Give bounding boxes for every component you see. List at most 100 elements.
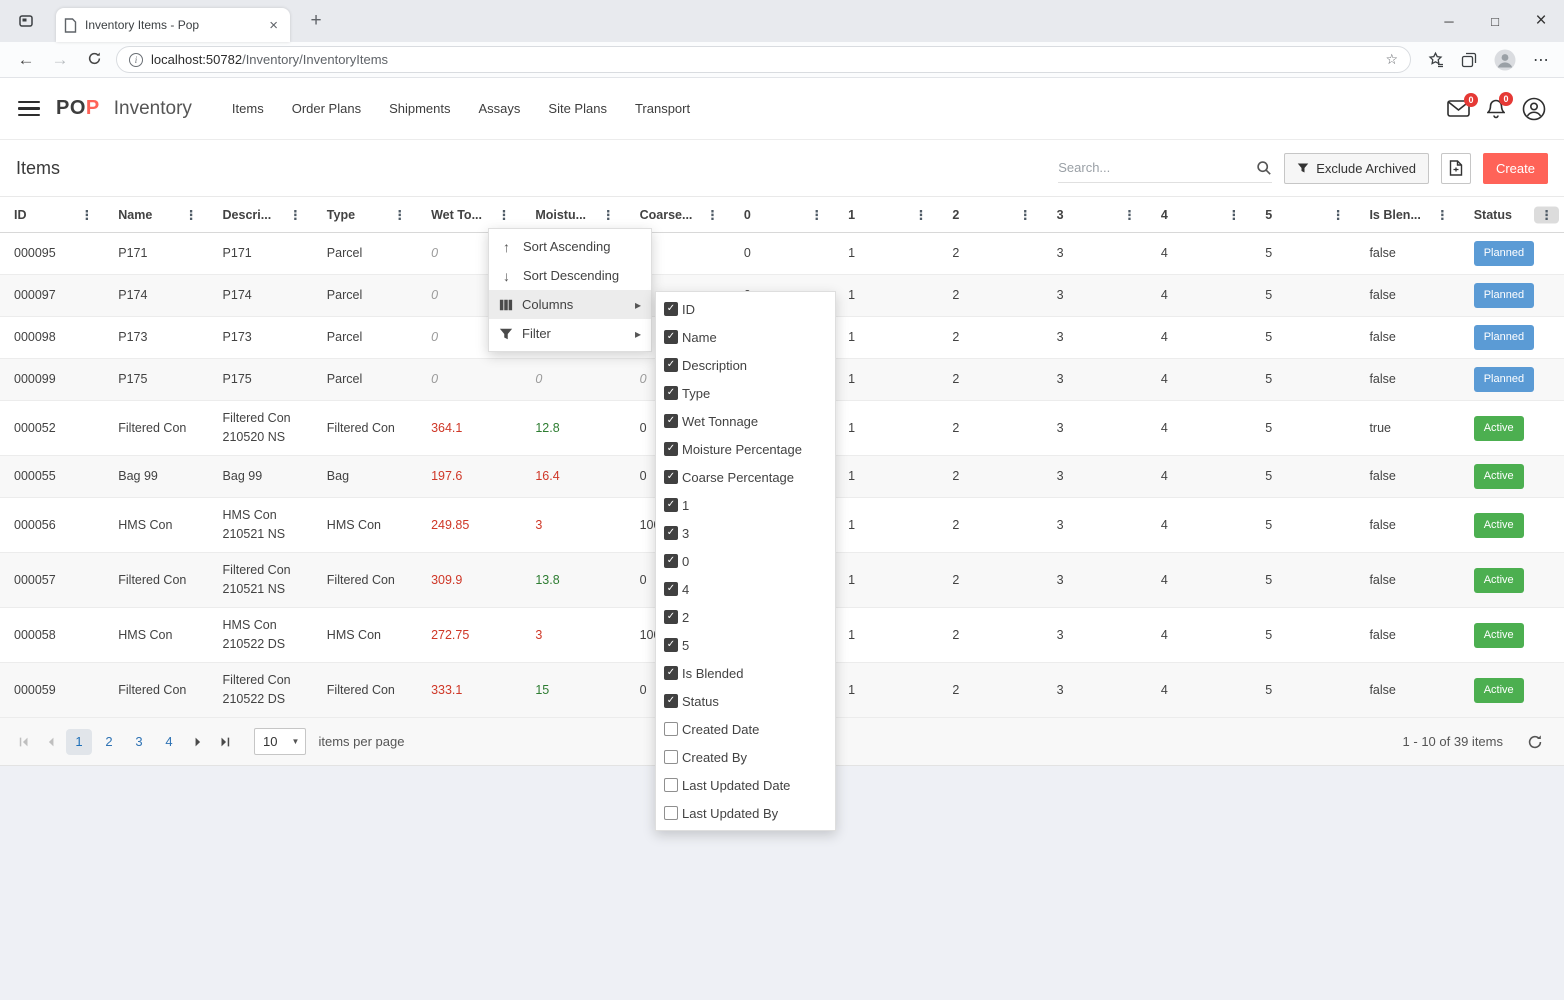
favorites-icon[interactable] [1427,51,1444,68]
tracking-prevention-shield-icon[interactable]: ☆ [1385,51,1398,68]
page-button-3[interactable]: 3 [126,729,152,755]
column-menu-icon[interactable]: ⋮ [1117,206,1142,223]
columns-menu-item-wet-tonnage[interactable]: ✓Wet Tonnage [656,407,835,435]
search-input[interactable] [1058,160,1250,175]
column-menu-icon[interactable]: ⋮ [1534,206,1559,223]
columns-menu-item-is-blended[interactable]: ✓Is Blended [656,659,835,687]
column-menu-icon[interactable]: ⋮ [1430,206,1455,223]
checkbox-checked-icon[interactable]: ✓ [664,638,678,652]
window-close-button[interactable]: × [1518,0,1564,42]
columns-menu-item-3[interactable]: ✓3 [656,519,835,547]
export-button[interactable] [1441,153,1471,184]
browser-menu-icon[interactable]: ⋯ [1533,50,1550,70]
columns-menu-item-4[interactable]: ✓4 [656,575,835,603]
columns-menu-item-status[interactable]: ✓Status [656,687,835,715]
reload-button[interactable] [82,51,106,69]
columns-menu-item-0[interactable]: ✓0 [656,547,835,575]
checkbox-checked-icon[interactable]: ✓ [664,470,678,484]
forward-button[interactable]: → [48,51,72,68]
browser-tab[interactable]: Inventory Items - Pop × [56,8,290,42]
menu-item-columns[interactable]: Columns▸ [489,290,651,319]
checkbox-checked-icon[interactable]: ✓ [664,442,678,456]
checkbox-checked-icon[interactable]: ✓ [664,302,678,316]
menu-item-sort-descending[interactable]: ↓Sort Descending [489,261,651,290]
checkbox-checked-icon[interactable]: ✓ [664,694,678,708]
columns-menu-item-type[interactable]: ✓Type [656,379,835,407]
columns-menu-item-created-by[interactable]: Created By [656,743,835,771]
columns-menu-item-name[interactable]: ✓Name [656,323,835,351]
column-menu-icon[interactable]: ⋮ [1325,206,1350,223]
columns-menu-item-2[interactable]: ✓2 [656,603,835,631]
page-button-1[interactable]: 1 [66,729,92,755]
column-menu-icon[interactable]: ⋮ [283,206,308,223]
hamburger-menu-icon[interactable] [18,97,40,121]
checkbox-checked-icon[interactable]: ✓ [664,414,678,428]
checkbox-checked-icon[interactable]: ✓ [664,582,678,596]
last-page-button[interactable] [211,728,238,755]
nav-item-order-plans[interactable]: Order Plans [292,101,361,116]
next-page-button[interactable] [184,728,211,755]
column-menu-icon[interactable]: ⋮ [700,206,725,223]
column-menu-icon[interactable]: ⋮ [491,206,516,223]
columns-menu-item-description[interactable]: ✓Description [656,351,835,379]
collections-icon[interactable] [1461,52,1477,68]
checkbox-checked-icon[interactable]: ✓ [664,526,678,540]
checkbox-unchecked-icon[interactable] [664,806,678,820]
column-menu-icon[interactable]: ⋮ [596,206,621,223]
page-button-2[interactable]: 2 [96,729,122,755]
exclude-archived-button[interactable]: Exclude Archived [1284,153,1429,184]
checkbox-unchecked-icon[interactable] [664,750,678,764]
minimize-button[interactable]: ─ [1426,0,1472,42]
column-menu-icon[interactable]: ⋮ [74,206,99,223]
search-icon[interactable] [1256,160,1272,176]
column-menu-icon[interactable]: ⋮ [804,206,829,223]
previous-page-button[interactable] [37,728,64,755]
column-menu-icon[interactable]: ⋮ [1221,206,1246,223]
columns-menu-item-created-date[interactable]: Created Date [656,715,835,743]
checkbox-unchecked-icon[interactable] [664,778,678,792]
checkbox-checked-icon[interactable]: ✓ [664,386,678,400]
columns-menu-item-moisture-percentage[interactable]: ✓Moisture Percentage [656,435,835,463]
columns-menu-item-id[interactable]: ✓ID [656,295,835,323]
page-button-4[interactable]: 4 [156,729,182,755]
checkbox-unchecked-icon[interactable] [664,722,678,736]
columns-menu-item-coarse-percentage[interactable]: ✓Coarse Percentage [656,463,835,491]
refresh-grid-button[interactable] [1521,728,1548,755]
checkbox-checked-icon[interactable]: ✓ [664,610,678,624]
table-row[interactable]: 000095P171P171Parcel000012345falsePlanne… [0,233,1564,275]
messages-button[interactable]: 0 [1447,100,1470,117]
address-bar[interactable]: i localhost:50782/Inventory/InventoryIte… [116,46,1411,73]
nav-item-shipments[interactable]: Shipments [389,101,450,116]
columns-menu-item-last-updated-by[interactable]: Last Updated By [656,799,835,827]
first-page-button[interactable] [10,728,37,755]
menu-item-sort-ascending[interactable]: ↑Sort Ascending [489,232,651,261]
new-tab-button[interactable]: + [302,0,330,42]
tab-actions-icon[interactable] [16,12,36,30]
nav-item-site-plans[interactable]: Site Plans [548,101,607,116]
create-button[interactable]: Create [1483,153,1548,184]
checkbox-checked-icon[interactable]: ✓ [664,554,678,568]
back-button[interactable]: ← [14,51,38,68]
columns-menu-item-5[interactable]: ✓5 [656,631,835,659]
column-menu-icon[interactable]: ⋮ [908,206,933,223]
maximize-button[interactable]: □ [1472,0,1518,42]
page-size-dropdown[interactable]: 10 ▼ [254,728,306,755]
account-button[interactable] [1522,97,1546,121]
column-menu-icon[interactable]: ⋮ [179,206,204,223]
menu-item-filter[interactable]: Filter▸ [489,319,651,348]
checkbox-checked-icon[interactable]: ✓ [664,666,678,680]
nav-item-assays[interactable]: Assays [479,101,521,116]
site-info-icon[interactable]: i [129,53,143,67]
notifications-button[interactable]: 0 [1487,99,1505,119]
column-menu-icon[interactable]: ⋮ [1013,206,1038,223]
column-menu-icon[interactable]: ⋮ [387,206,412,223]
columns-menu-item-last-updated-date[interactable]: Last Updated Date [656,771,835,799]
checkbox-checked-icon[interactable]: ✓ [664,330,678,344]
profile-avatar[interactable] [1494,49,1516,71]
nav-item-items[interactable]: Items [232,101,264,116]
nav-item-transport[interactable]: Transport [635,101,690,116]
checkbox-checked-icon[interactable]: ✓ [664,498,678,512]
checkbox-checked-icon[interactable]: ✓ [664,358,678,372]
app-logo[interactable]: POP [56,97,100,120]
tab-close-icon[interactable]: × [265,17,282,34]
